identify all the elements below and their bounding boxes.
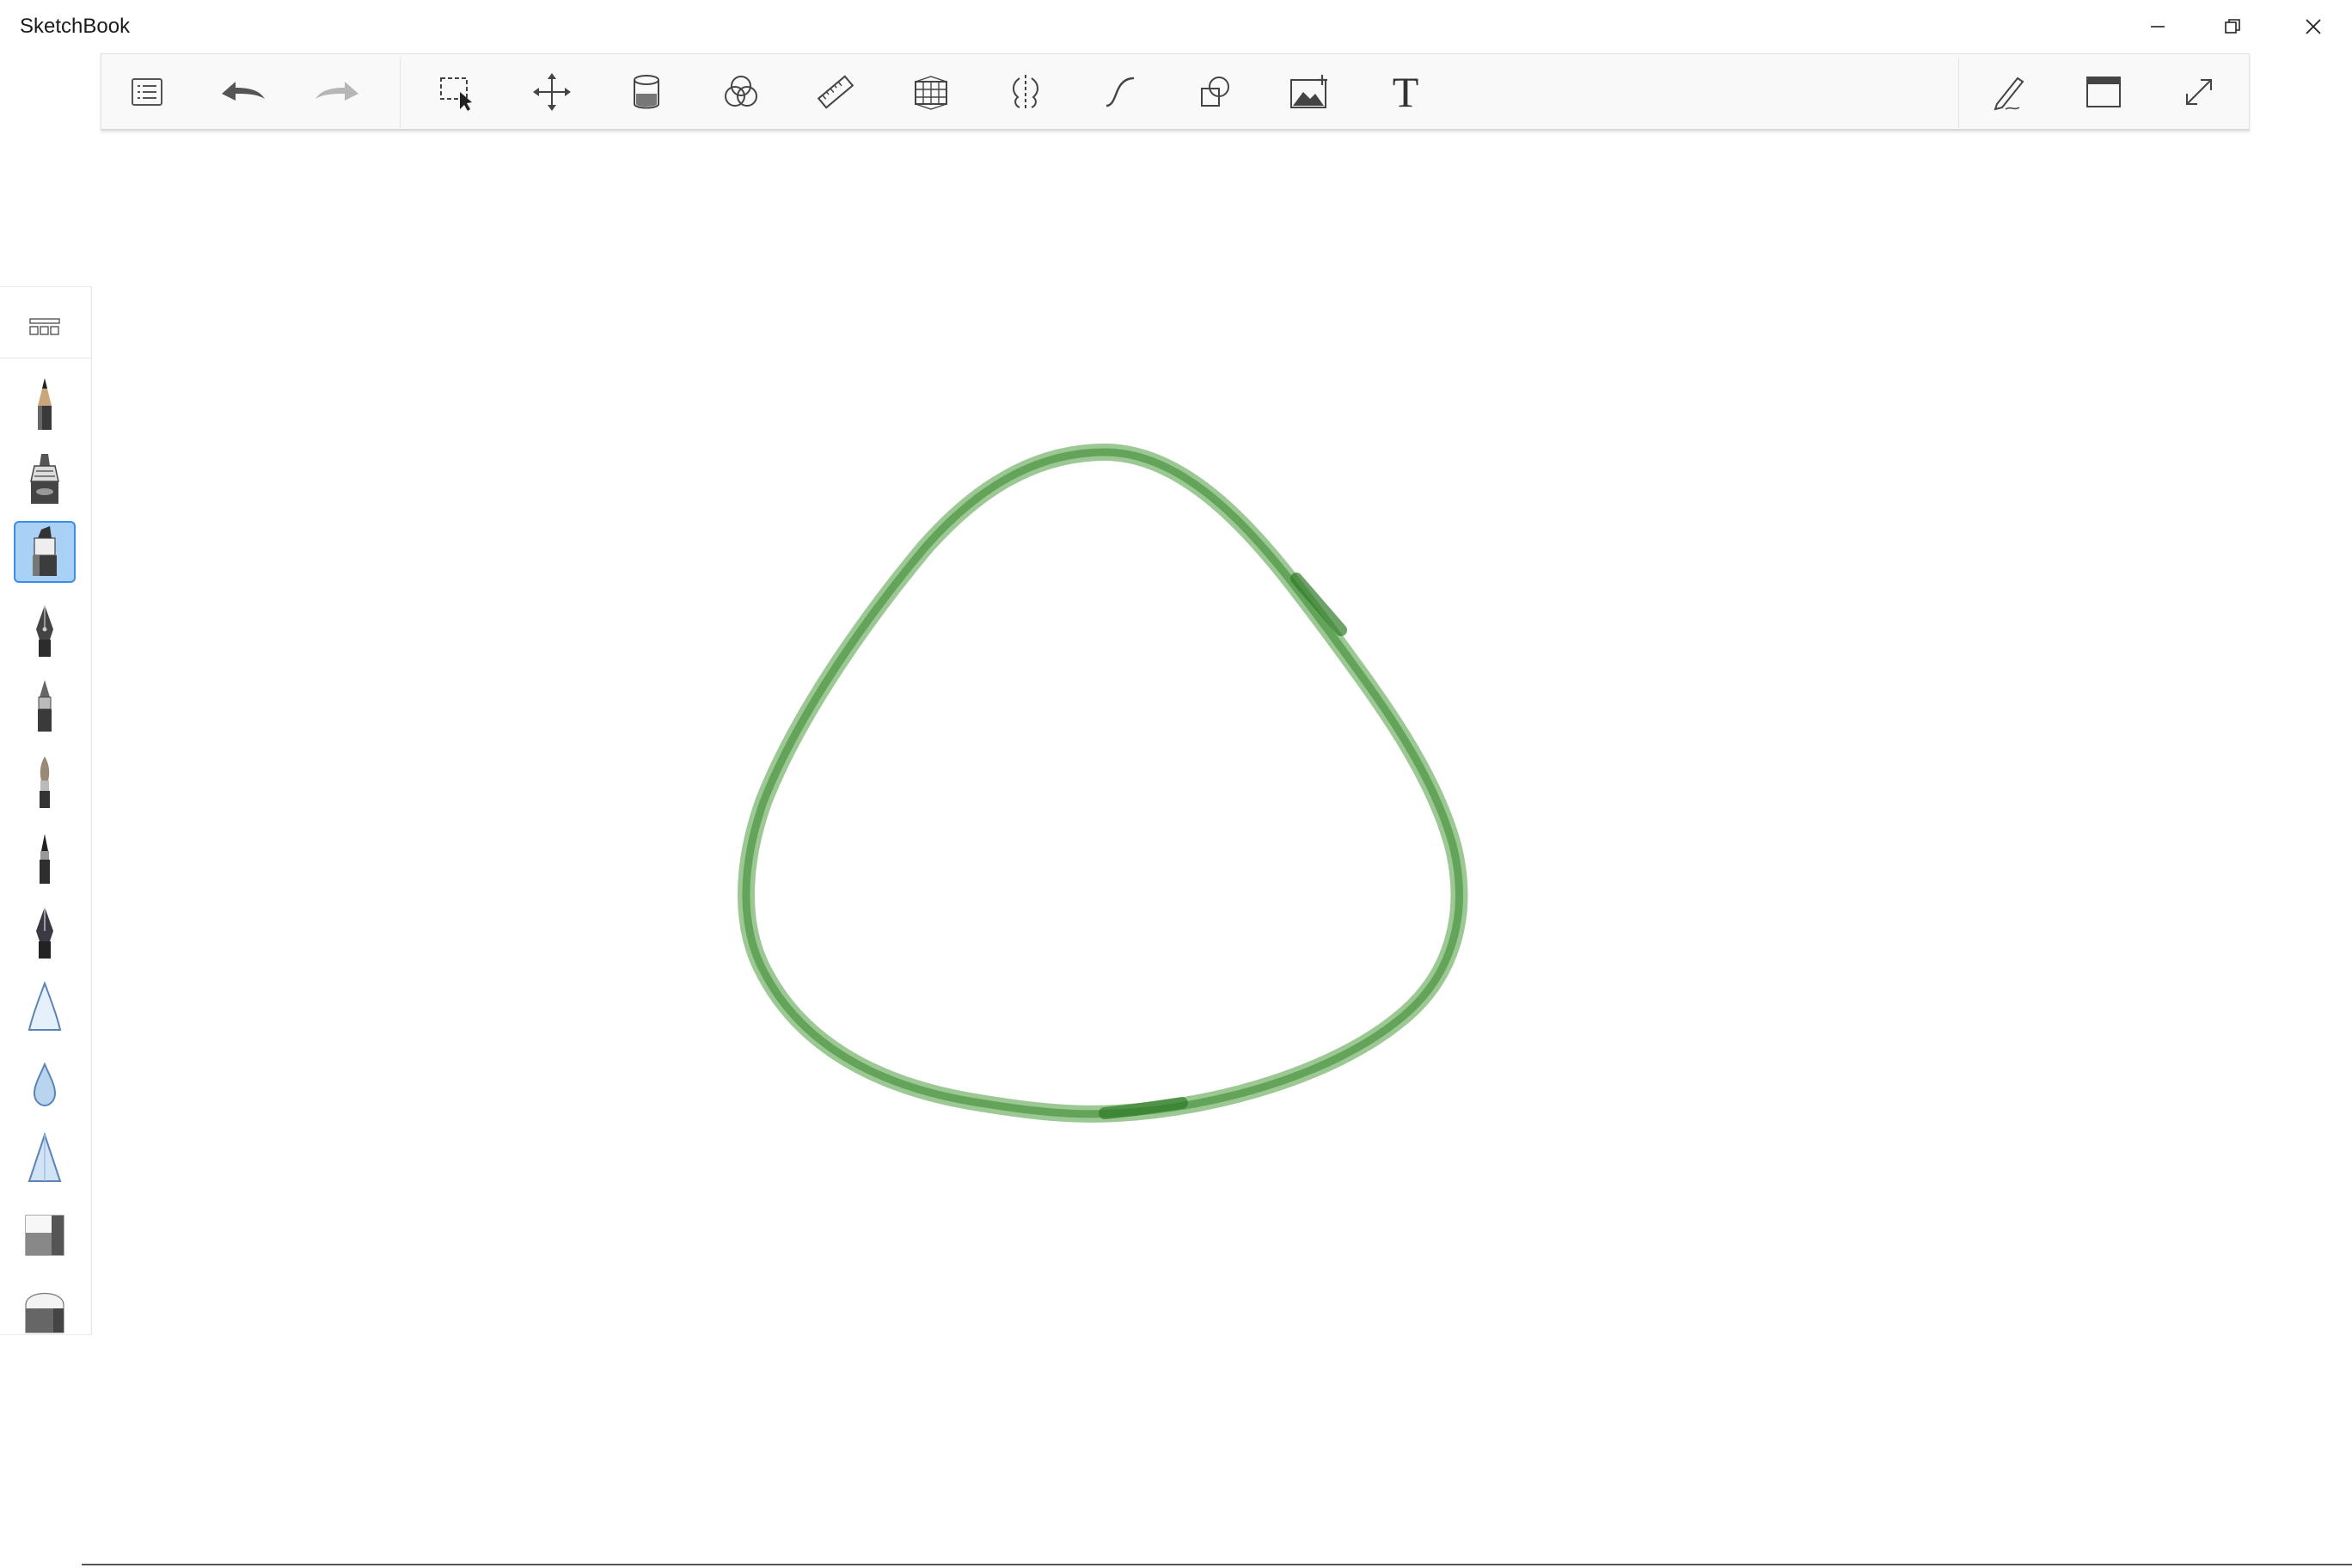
green-stroke-loop xyxy=(737,444,1468,1123)
restore-icon xyxy=(2225,19,2240,34)
color-editor-button[interactable] xyxy=(714,64,769,119)
minimize-icon xyxy=(2151,26,2165,28)
text-icon: T xyxy=(1392,68,1419,116)
pen-icon xyxy=(1994,77,2024,111)
symmetry-icon xyxy=(1013,75,1038,109)
ui-toggle-button[interactable] xyxy=(2076,64,2131,119)
import-image-button[interactable] xyxy=(1283,64,1338,119)
shapes-icon xyxy=(1201,77,1229,107)
fill-tool-button[interactable] xyxy=(619,64,674,119)
taskbar-edge xyxy=(82,1564,2352,1565)
perspective-grid-icon xyxy=(915,76,947,110)
title-bar: SketchBook xyxy=(0,0,2352,53)
window-icon xyxy=(2086,77,2121,107)
text-tool-button[interactable]: T xyxy=(1378,64,1433,119)
ruler-icon xyxy=(817,75,854,109)
ruler-tool-button[interactable] xyxy=(808,64,863,119)
close-button[interactable] xyxy=(2275,0,2352,53)
toolbar-separator xyxy=(1958,58,1959,128)
main-toolbar: T xyxy=(101,53,2250,131)
color-circles-icon xyxy=(725,76,757,107)
list-icon xyxy=(132,78,162,106)
perspective-tool-button[interactable] xyxy=(903,64,959,119)
drawing-canvas[interactable] xyxy=(0,132,2352,1564)
selection-icon xyxy=(440,77,472,111)
redo-button[interactable] xyxy=(310,64,365,119)
canvas-drawing xyxy=(737,444,1468,1123)
expand-icon xyxy=(2186,79,2212,105)
curve-icon xyxy=(1106,77,1135,107)
app-title: SketchBook xyxy=(20,15,131,38)
toolbar-separator xyxy=(400,58,401,128)
move-icon xyxy=(533,73,571,111)
undo-icon xyxy=(222,82,265,101)
select-tool-button[interactable] xyxy=(429,64,484,119)
shapes-tool-button[interactable] xyxy=(1188,64,1243,119)
image-add-icon xyxy=(1290,75,1327,108)
fullscreen-button[interactable] xyxy=(2171,64,2226,119)
close-icon xyxy=(2306,19,2321,34)
pen-mode-button[interactable] xyxy=(1981,64,2037,119)
symmetry-tool-button[interactable] xyxy=(998,64,1053,119)
stroke-tool-button[interactable] xyxy=(1093,64,1148,119)
undo-button[interactable] xyxy=(215,64,270,119)
minimize-button[interactable] xyxy=(2119,0,2196,53)
restore-button[interactable] xyxy=(2194,0,2271,53)
layer-list-button[interactable] xyxy=(119,64,175,119)
transform-tool-button[interactable] xyxy=(524,64,579,119)
paint-bucket-icon xyxy=(634,75,659,109)
redo-icon xyxy=(315,82,358,101)
